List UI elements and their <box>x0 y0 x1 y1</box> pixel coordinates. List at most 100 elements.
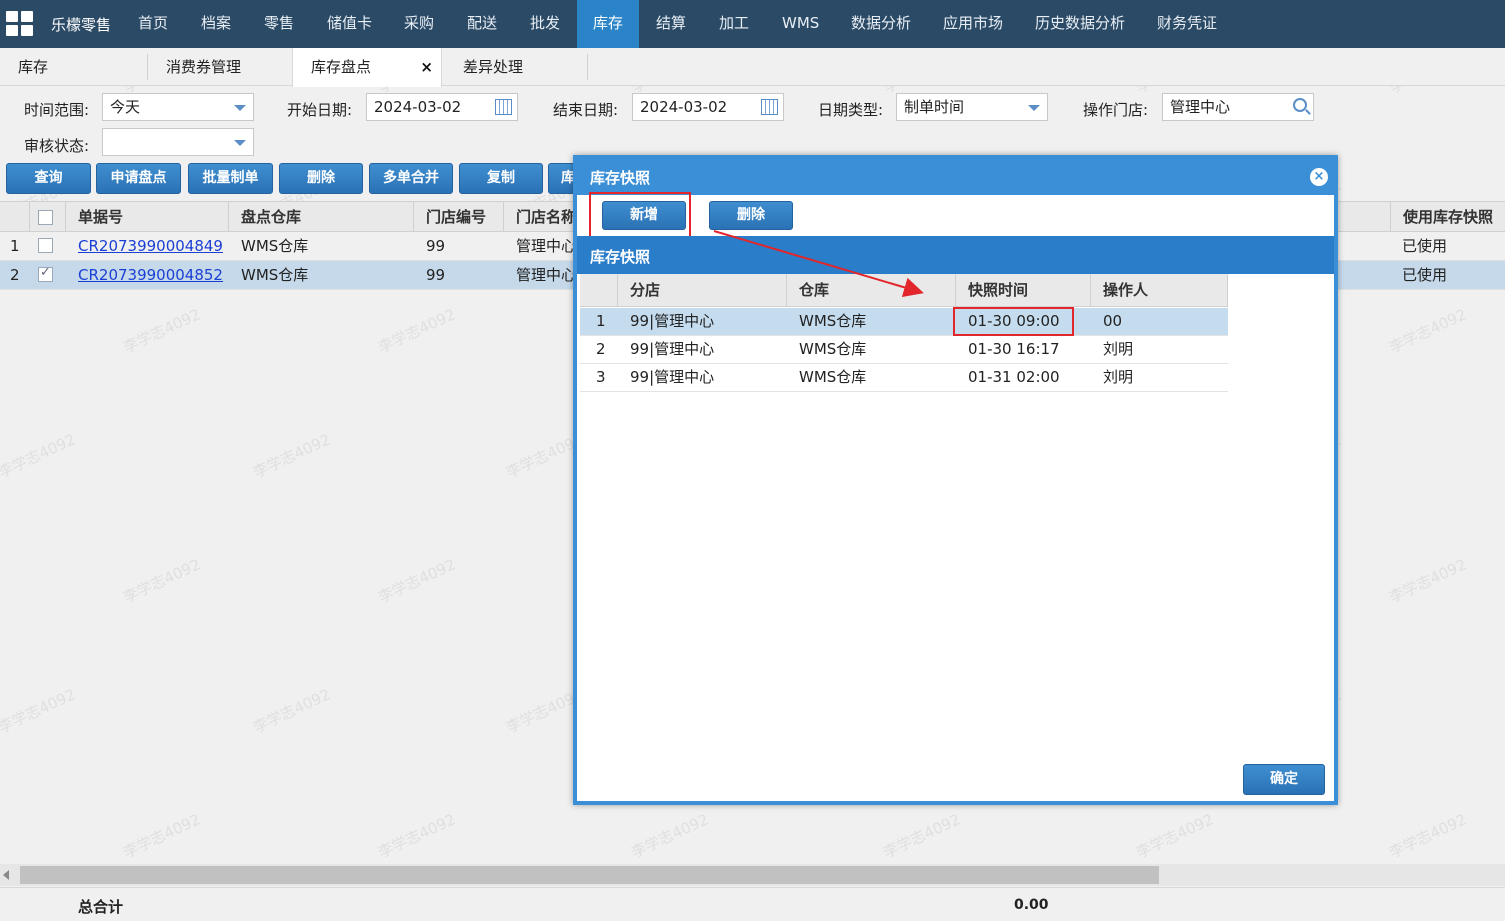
store-code-cell: 99 <box>426 237 446 255</box>
query-button[interactable]: 查询 <box>6 163 91 194</box>
store-input[interactable]: 管理中心 <box>1162 93 1314 121</box>
watermark-text: 李学志4092 <box>628 810 712 862</box>
confirm-button[interactable]: 确定 <box>1243 764 1325 795</box>
grid-header-warehouse[interactable]: 盘点仓库 <box>229 202 414 232</box>
close-icon[interactable]: × <box>420 48 433 86</box>
nav-item-wholesale[interactable]: 批发 <box>517 0 573 48</box>
store-value: 管理中心 <box>1170 98 1231 116</box>
row-number: 1 <box>596 312 606 330</box>
tab-inventory[interactable]: 库存 <box>0 48 66 86</box>
copy-button[interactable]: 复制 <box>459 163 543 194</box>
watermark-text: 李学志4092 <box>880 810 964 862</box>
nav-item-finance-voucher[interactable]: 财务凭证 <box>1144 0 1230 48</box>
delete-snapshot-button[interactable]: 删除 <box>709 201 793 230</box>
tab-coupon-management[interactable]: 消费券管理 <box>148 48 259 86</box>
snapshot-section-header: 库存快照 <box>577 236 1334 274</box>
watermark-text: 李学志4092 <box>375 555 459 607</box>
tab-stocktake-label: 库存盘点 <box>311 58 372 76</box>
snapshot-header-warehouse[interactable]: 仓库 <box>787 274 956 306</box>
nav-item-processing[interactable]: 加工 <box>706 0 762 48</box>
time-range-select[interactable]: 今天 <box>102 93 254 121</box>
row-checkbox[interactable] <box>38 238 53 253</box>
scroll-left-icon[interactable] <box>3 870 9 880</box>
snapshot-row[interactable]: 3 99|管理中心 WMS仓库 01-31 02:00 刘明 <box>580 364 1228 392</box>
end-date-input[interactable]: 2024-03-02 <box>632 93 784 121</box>
annotation-highlight-box <box>953 307 1074 336</box>
audit-status-label: 审核状态: <box>24 137 90 155</box>
grid-header-store-code[interactable]: 门店编号 <box>414 202 504 232</box>
time-range-label: 时间范围: <box>24 101 90 119</box>
tab-difference-handling[interactable]: 差异处理 <box>445 48 541 86</box>
horizontal-scrollbar[interactable] <box>0 864 1505 886</box>
row-number: 2 <box>596 340 606 358</box>
snapshot-time-cell: 01-30 16:17 <box>968 340 1060 358</box>
snapshot-header-operator[interactable]: 操作人 <box>1091 274 1228 306</box>
merge-orders-button[interactable]: 多单合并 <box>369 163 453 194</box>
date-type-select[interactable]: 制单时间 <box>896 93 1048 121</box>
scrollbar-thumb[interactable] <box>20 866 1159 884</box>
grid-header-doc-no[interactable]: 单据号 <box>66 202 229 232</box>
warehouse-cell: WMS仓库 <box>241 266 309 284</box>
end-date-label: 结束日期: <box>553 101 619 119</box>
doc-no-link[interactable]: CR2073990004852 <box>78 266 223 284</box>
annotation-highlight-box <box>589 192 691 239</box>
use-snapshot-cell: 已使用 <box>1402 237 1448 255</box>
nav-item-wms[interactable]: WMS <box>769 0 832 48</box>
nav-item-settlement[interactable]: 结算 <box>643 0 699 48</box>
nav-item-distribution[interactable]: 配送 <box>454 0 510 48</box>
chevron-down-icon <box>234 105 246 111</box>
watermark-text: 李学志4092 <box>250 430 334 482</box>
watermark-text: 李学志4092 <box>1133 810 1217 862</box>
tab-divider <box>587 54 588 80</box>
audit-status-select[interactable] <box>102 128 254 156</box>
nav-item-data-analysis[interactable]: 数据分析 <box>838 0 924 48</box>
watermark-text: 李学志4092 <box>375 810 459 862</box>
top-nav: 乐檬零售 首页 档案 零售 储值卡 采购 配送 批发 库存 结算 加工 WMS … <box>0 0 1505 48</box>
nav-item-home[interactable]: 首页 <box>125 0 181 48</box>
app-grid-icon[interactable] <box>6 11 34 37</box>
snapshot-row[interactable]: 1 99|管理中心 WMS仓库 01-30 09:00 00 <box>580 308 1228 336</box>
calendar-icon[interactable] <box>495 99 512 115</box>
watermark-text: 李学志4092 <box>120 810 204 862</box>
doc-no-link[interactable]: CR2073990004849 <box>78 237 223 255</box>
snapshot-header-time[interactable]: 快照时间 <box>956 274 1091 306</box>
nav-item-app-market[interactable]: 应用市场 <box>930 0 1016 48</box>
batch-create-button[interactable]: 批量制单 <box>188 163 273 194</box>
grid-header-store-name[interactable]: 门店名称 <box>504 202 584 232</box>
section-title: 库存快照 <box>590 248 651 266</box>
nav-item-archive[interactable]: 档案 <box>188 0 244 48</box>
watermark-text: 李学志4092 <box>1386 305 1470 357</box>
summary-footer: 总合计 0.00 <box>0 887 1505 921</box>
doc-no-cell: CR2073990004849 <box>66 232 229 260</box>
tab-bar: 库存 消费券管理 库存盘点 × 差异处理 <box>0 48 1505 87</box>
branch-cell: 99|管理中心 <box>630 368 715 386</box>
time-range-value: 今天 <box>110 98 141 116</box>
apply-stocktake-button[interactable]: 申请盘点 <box>96 163 181 194</box>
delete-button[interactable]: 删除 <box>279 163 363 194</box>
total-label: 总合计 <box>78 898 124 916</box>
row-checkbox[interactable] <box>38 265 53 282</box>
dialog-title: 库存快照 <box>590 169 651 187</box>
snapshot-dialog: 库存快照 × 新增 删除 库存快照 分店 仓库 快照时间 操作人 1 99|管理… <box>573 155 1338 805</box>
search-icon[interactable] <box>1293 98 1307 112</box>
calendar-icon[interactable] <box>761 99 778 115</box>
grid-header-checkbox-cell <box>30 202 66 232</box>
nav-item-purchase[interactable]: 采购 <box>391 0 447 48</box>
start-date-input[interactable]: 2024-03-02 <box>366 93 518 121</box>
snapshot-header-branch[interactable]: 分店 <box>618 274 787 306</box>
nav-item-inventory[interactable]: 库存 <box>577 0 639 48</box>
watermark-text: 李学志4092 <box>120 305 204 357</box>
tab-stocktake[interactable]: 库存盘点 × <box>292 48 442 87</box>
total-value: 0.00 <box>1014 897 1049 913</box>
select-all-checkbox[interactable] <box>38 210 53 225</box>
start-date-value: 2024-03-02 <box>374 98 462 116</box>
nav-item-retail[interactable]: 零售 <box>251 0 307 48</box>
watermark-text: 李学志4092 <box>0 685 79 737</box>
chevron-down-icon <box>234 140 246 146</box>
nav-item-history-analysis[interactable]: 历史数据分析 <box>1022 0 1138 48</box>
nav-item-stored-value-card[interactable]: 储值卡 <box>314 0 385 48</box>
store-code-cell: 99 <box>426 266 446 284</box>
snapshot-row[interactable]: 2 99|管理中心 WMS仓库 01-30 16:17 刘明 <box>580 336 1228 364</box>
grid-header-use-snapshot[interactable]: 使用库存快照 <box>1390 202 1505 232</box>
close-icon[interactable]: × <box>1310 168 1328 186</box>
